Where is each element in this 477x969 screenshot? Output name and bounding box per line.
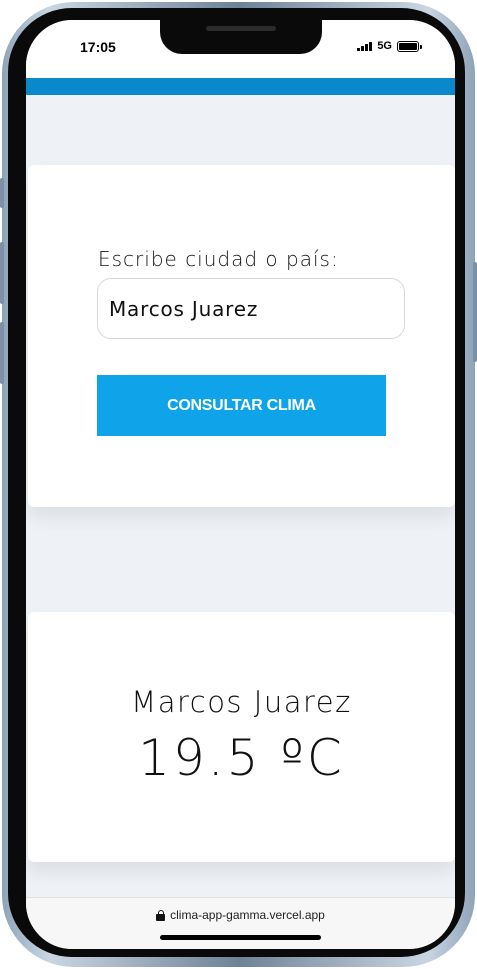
home-indicator[interactable] [160,935,321,940]
result-card: Marcos Juarez 19.5 ºC [28,612,455,862]
signal-icon [357,41,373,51]
network-label: 5G [377,40,392,52]
battery-icon [397,40,422,52]
volume-up-button [0,242,4,304]
accent-bar [26,78,455,95]
consult-weather-button[interactable]: CONSULTAR CLIMA [97,375,386,436]
result-temperature: 19.5 ºC [138,729,345,787]
url-row: clima-app-gamma.vercel.app [26,908,455,922]
power-button [473,262,477,362]
status-time: 17:05 [80,39,116,55]
status-indicators: 5G [357,40,422,52]
result-city: Marcos Juarez [131,685,352,719]
speaker-grille [206,26,276,31]
lock-icon [156,909,166,921]
city-label: Escribe ciudad o país: [98,247,339,271]
url-text: clima-app-gamma.vercel.app [170,908,325,922]
city-input-value: Marcos Juarez [109,296,259,321]
phone-screen: 17:05 5G Escribe ciudad o país: Marcos J… [26,20,455,949]
volume-down-button [0,322,4,384]
browser-url-bar[interactable]: clima-app-gamma.vercel.app [26,897,455,949]
city-input[interactable]: Marcos Juarez [97,278,405,339]
action-button [0,178,4,208]
search-card: Escribe ciudad o país: Marcos Juarez CON… [28,165,455,507]
